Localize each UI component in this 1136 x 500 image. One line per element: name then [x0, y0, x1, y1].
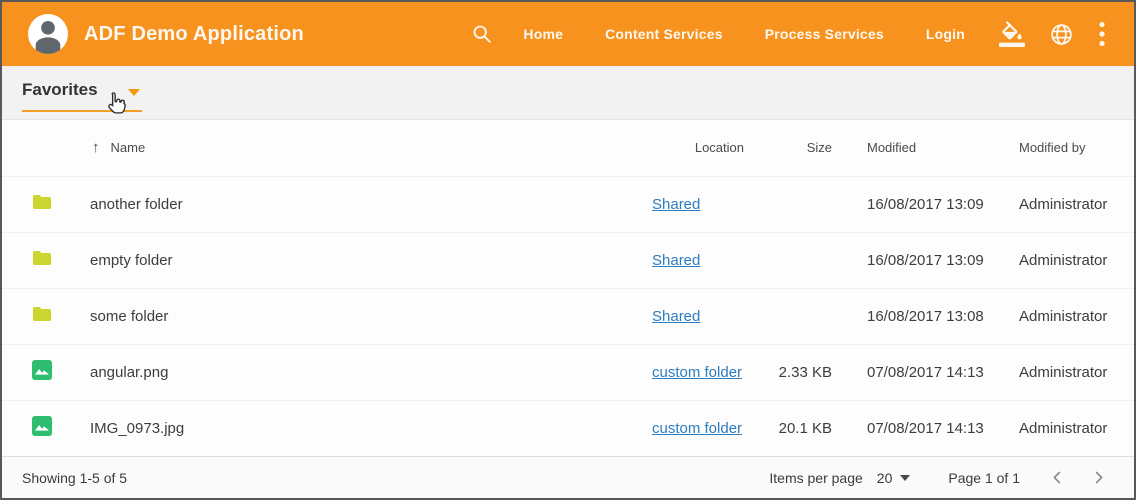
search-icon[interactable]	[471, 23, 493, 45]
table-row[interactable]: angular.png custom folder 2.33 KB 07/08/…	[2, 344, 1134, 400]
modified-by: Administrator	[1006, 176, 1134, 232]
table-row[interactable]: some folder Shared 16/08/2017 13:08 Admi…	[2, 288, 1134, 344]
modified-by: Administrator	[1006, 288, 1134, 344]
pagination-controls: Items per page 20 Page 1 of 1	[769, 466, 1110, 489]
table-row[interactable]: IMG_0973.jpg custom folder 20.1 KB 07/08…	[2, 400, 1134, 456]
sort-ascending-icon: ↑	[92, 139, 100, 156]
column-header-size[interactable]: Size	[750, 120, 836, 176]
items-per-page-value: 20	[877, 470, 893, 486]
file-size: 20.1 KB	[750, 400, 836, 456]
modified-date: 16/08/2017 13:09	[836, 176, 1006, 232]
showing-range-label: Showing 1-5 of 5	[22, 470, 127, 486]
modified-date: 07/08/2017 14:13	[836, 400, 1006, 456]
file-size	[750, 176, 836, 232]
image-file-icon	[32, 416, 52, 436]
file-size	[750, 288, 836, 344]
table-row[interactable]: empty folder Shared 16/08/2017 13:09 Adm…	[2, 232, 1134, 288]
file-name[interactable]: another folder	[72, 176, 632, 232]
dropdown-caret-icon	[128, 89, 140, 96]
column-header-name-label: Name	[111, 140, 146, 155]
nav-login[interactable]: Login	[926, 26, 965, 42]
avatar[interactable]	[28, 14, 68, 54]
top-navigation: Home Content Services Process Services L…	[523, 26, 999, 42]
format-color-fill-icon[interactable]	[999, 21, 1025, 47]
nav-home[interactable]: Home	[523, 26, 563, 42]
modified-by: Administrator	[1006, 232, 1134, 288]
file-size: 2.33 KB	[750, 344, 836, 400]
page-indicator-label: Page 1 of 1	[948, 470, 1020, 486]
more-vert-icon[interactable]	[1098, 21, 1106, 47]
app-title: ADF Demo Application	[84, 23, 304, 46]
app-header: ADF Demo Application Home Content Servic…	[2, 2, 1134, 66]
modified-date: 16/08/2017 13:08	[836, 288, 1006, 344]
file-size	[750, 232, 836, 288]
nav-content-services[interactable]: Content Services	[605, 26, 723, 42]
next-page-button[interactable]	[1087, 466, 1110, 489]
column-header-location[interactable]: Location	[632, 120, 750, 176]
chevron-right-icon	[1091, 470, 1106, 485]
file-name[interactable]: angular.png	[72, 344, 632, 400]
favorites-title: Favorites	[22, 80, 98, 100]
view-toolbar: Favorites	[2, 66, 1134, 120]
location-link[interactable]: custom folder	[652, 364, 742, 381]
files-table: ↑ Name Location Size Modified Modified b…	[2, 120, 1134, 456]
table-header-row: ↑ Name Location Size Modified Modified b…	[2, 120, 1134, 176]
modified-by: Administrator	[1006, 400, 1134, 456]
header-action-icons	[999, 21, 1106, 47]
location-link[interactable]: Shared	[652, 196, 700, 213]
modified-date: 07/08/2017 14:13	[836, 344, 1006, 400]
nav-process-services[interactable]: Process Services	[765, 26, 884, 42]
modified-date: 16/08/2017 13:09	[836, 232, 1006, 288]
app-window: ADF Demo Application Home Content Servic…	[0, 0, 1136, 500]
image-file-icon	[32, 360, 52, 380]
previous-page-button[interactable]	[1046, 466, 1069, 489]
location-link[interactable]: Shared	[652, 252, 700, 269]
items-per-page-label: Items per page	[769, 470, 862, 486]
column-header-modified-by[interactable]: Modified by	[1006, 120, 1134, 176]
chevron-left-icon	[1050, 470, 1065, 485]
file-name[interactable]: some folder	[72, 288, 632, 344]
language-globe-icon[interactable]	[1049, 22, 1074, 47]
file-name[interactable]: empty folder	[72, 232, 632, 288]
file-name[interactable]: IMG_0973.jpg	[72, 400, 632, 456]
column-header-modified[interactable]: Modified	[836, 120, 1006, 176]
folder-icon	[32, 194, 52, 210]
document-list: ↑ Name Location Size Modified Modified b…	[2, 120, 1134, 456]
table-row[interactable]: another folder Shared 16/08/2017 13:09 A…	[2, 176, 1134, 232]
location-link[interactable]: Shared	[652, 308, 700, 325]
column-header-icon	[2, 120, 72, 176]
folder-icon	[32, 250, 52, 266]
pagination-footer: Showing 1-5 of 5 Items per page 20 Page …	[2, 456, 1134, 498]
column-header-name[interactable]: ↑ Name	[72, 120, 632, 176]
favorites-dropdown[interactable]: Favorites	[22, 80, 142, 112]
location-link[interactable]: custom folder	[652, 420, 742, 437]
select-caret-icon	[900, 475, 910, 481]
items-per-page-select[interactable]: 20	[877, 470, 911, 486]
folder-icon	[32, 306, 52, 322]
modified-by: Administrator	[1006, 344, 1134, 400]
person-icon	[28, 14, 68, 54]
